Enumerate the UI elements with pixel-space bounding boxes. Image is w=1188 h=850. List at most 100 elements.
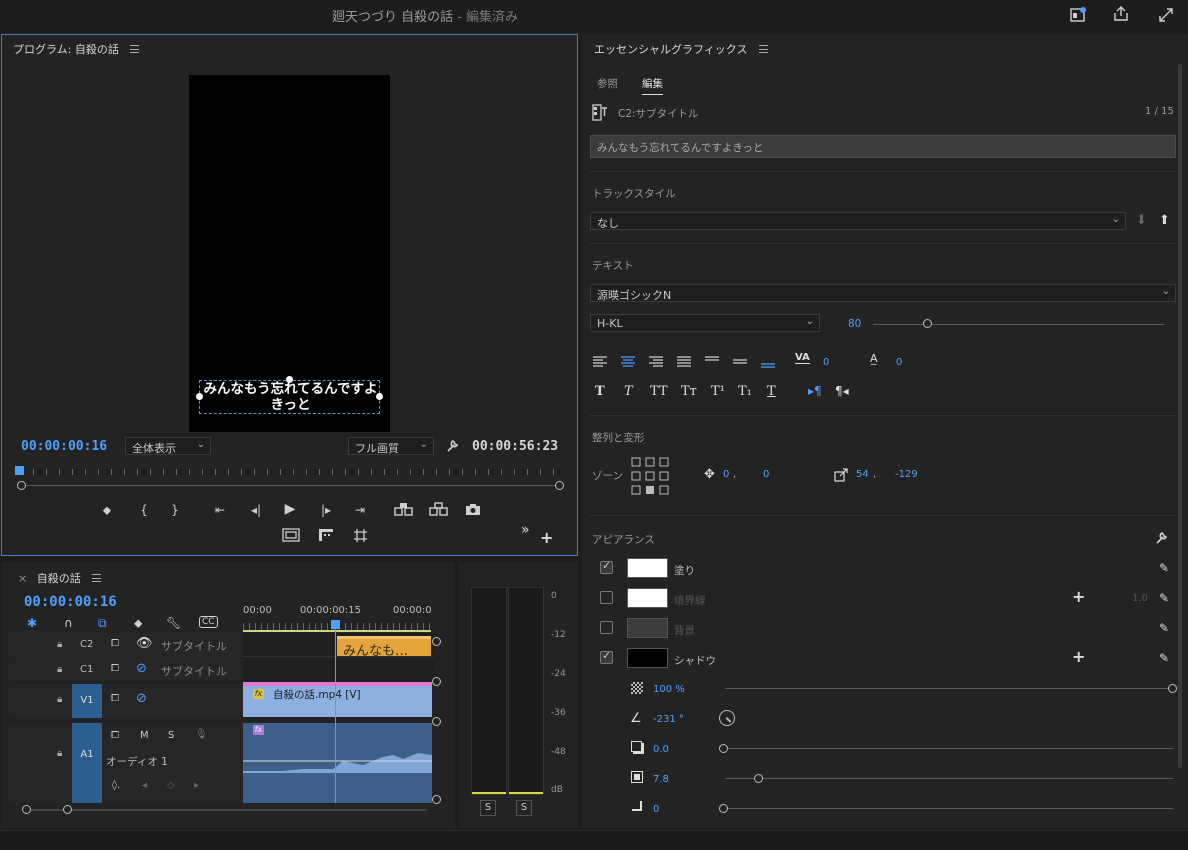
sync-lock-icon[interactable]: ⧠ xyxy=(111,730,119,741)
eyedropper-icon[interactable]: ✎ xyxy=(1159,591,1169,605)
eyedropper-icon[interactable]: ✎ xyxy=(1159,621,1169,635)
video-frame[interactable]: みんなもう忘れてるんですよ きっと xyxy=(189,75,390,432)
settings-wrench-icon[interactable]: 🔧︎ xyxy=(166,616,181,630)
rtl-direction-icon[interactable]: ¶◂ xyxy=(835,384,849,398)
add-keyframe-icon[interactable]: ◇ xyxy=(167,780,175,791)
angle-dial[interactable] xyxy=(719,710,735,726)
play-button[interactable]: ▶ xyxy=(281,501,299,517)
close-tab-icon[interactable]: × xyxy=(18,572,27,585)
program-current-timecode[interactable]: 00:00:00:16 xyxy=(21,439,107,454)
shadow-checkbox[interactable] xyxy=(600,649,613,664)
eyedropper-icon[interactable]: ✎ xyxy=(1159,561,1169,575)
upload-style-icon[interactable]: ⬆ xyxy=(1159,213,1170,228)
lock-icon[interactable]: 🔒︎ xyxy=(57,664,62,675)
eye-hidden-icon[interactable]: ⊘ xyxy=(136,691,147,706)
quick-export-icon[interactable] xyxy=(1069,6,1087,24)
align-bottom-icon[interactable] xyxy=(760,355,776,369)
fill-color-swatch[interactable] xyxy=(627,558,668,578)
all-caps-icon[interactable]: TT xyxy=(650,384,668,399)
extract-icon[interactable] xyxy=(429,502,449,516)
sync-lock-icon[interactable]: ⧠ xyxy=(111,638,119,649)
shadow-opacity-value[interactable]: 100 % xyxy=(653,684,685,695)
wrench-icon[interactable] xyxy=(445,438,460,453)
lock-icon[interactable]: 🔒︎ xyxy=(57,694,62,705)
timeline-zoom-start[interactable] xyxy=(22,805,31,814)
faux-italic-icon[interactable]: T xyxy=(624,384,633,399)
meter-solo-right[interactable]: S xyxy=(516,800,532,816)
shadow-size-value[interactable]: 7.8 xyxy=(653,774,669,785)
timeline-vscroll-b[interactable] xyxy=(432,795,441,804)
tab-edit[interactable]: 編集 xyxy=(642,76,663,95)
track-target-a1[interactable]: A1 xyxy=(72,723,102,803)
zone-grid-icon[interactable] xyxy=(631,457,671,497)
snap-icon[interactable]: ∩ xyxy=(64,616,73,630)
keyframe-toggle-icon[interactable]: ◊. xyxy=(112,780,120,791)
shadow-size-slider[interactable] xyxy=(725,778,1173,779)
shadow-distance-slider[interactable] xyxy=(725,748,1173,749)
mark-out-button[interactable]: } xyxy=(166,502,184,518)
background-color-swatch[interactable] xyxy=(627,618,668,638)
eye-hidden-icon[interactable]: ⊘ xyxy=(136,661,147,676)
size-w[interactable]: 54 xyxy=(856,469,869,480)
justify-icon[interactable] xyxy=(676,355,692,369)
superscript-icon[interactable]: T¹ xyxy=(711,384,725,399)
font-size-slider[interactable] xyxy=(873,324,1164,325)
video-clip[interactable]: fx 自殺の話.mp4 [V] xyxy=(243,682,432,717)
shadow-blur-knob[interactable] xyxy=(719,804,728,813)
add-stroke-icon[interactable]: + xyxy=(1072,587,1085,606)
align-right-icon[interactable] xyxy=(648,355,664,369)
solo-button[interactable]: S xyxy=(168,730,174,741)
more-controls-button[interactable]: » xyxy=(521,522,530,538)
track-target-v1[interactable]: V1 xyxy=(72,684,102,718)
font-style-select[interactable]: H-KL ⌄ xyxy=(590,314,820,332)
share-icon[interactable] xyxy=(1112,5,1130,23)
timeline-current-timecode[interactable]: 00:00:00:16 xyxy=(24,594,117,610)
font-size-value[interactable]: 80 xyxy=(848,318,861,330)
zoom-level-select[interactable]: 全体表示 ⌄ xyxy=(125,437,211,455)
timeline-vscroll-a[interactable] xyxy=(432,717,441,726)
go-to-in-button[interactable]: ⇤ xyxy=(211,502,229,518)
zoom-bar-end-handle[interactable] xyxy=(555,481,564,490)
stroke-checkbox[interactable] xyxy=(600,591,613,604)
faux-bold-icon[interactable]: T xyxy=(595,384,605,399)
shadow-angle-value[interactable]: -231 ° xyxy=(653,714,684,725)
ltr-direction-icon[interactable]: ▸¶ xyxy=(808,384,822,398)
shadow-size-knob[interactable] xyxy=(754,774,763,783)
panel-menu-icon[interactable] xyxy=(130,45,140,53)
camera-icon[interactable] xyxy=(465,503,481,516)
lock-icon[interactable]: 🔒︎ xyxy=(57,639,62,650)
stroke-color-swatch[interactable] xyxy=(627,588,668,608)
align-left-icon[interactable] xyxy=(592,355,608,369)
push-style-icon[interactable]: ⬇ xyxy=(1136,213,1147,228)
caption-handle-left[interactable] xyxy=(196,393,203,400)
shadow-blur-slider[interactable] xyxy=(725,808,1173,809)
size-h[interactable]: -129 xyxy=(895,469,918,480)
font-family-select[interactable]: 源暎ゴシックN ⌄ xyxy=(590,284,1176,302)
caption-handle-right[interactable] xyxy=(376,393,383,400)
work-area-bar[interactable] xyxy=(243,630,431,632)
panel-menu-icon[interactable] xyxy=(92,574,102,582)
shadow-distance-knob[interactable] xyxy=(719,744,728,753)
sync-lock-icon[interactable]: ⧠ xyxy=(111,663,119,674)
shadow-color-swatch[interactable] xyxy=(627,648,668,668)
program-playhead[interactable] xyxy=(15,466,24,475)
tracking-value[interactable]: 0 xyxy=(823,357,829,368)
position-x[interactable]: 0 xyxy=(723,469,729,480)
sync-lock-icon[interactable]: ⧠ xyxy=(111,693,119,704)
subscript-icon[interactable]: T₁ xyxy=(738,384,752,399)
caption-text-field[interactable]: みんなもう忘れてるんですよきっと xyxy=(590,135,1176,158)
shadow-blur-value[interactable]: 0 xyxy=(653,804,659,815)
next-keyframe-icon[interactable]: ▸ xyxy=(194,780,199,791)
underline-icon[interactable]: T xyxy=(767,384,776,399)
position-y[interactable]: 0 xyxy=(763,469,769,480)
eyedropper-icon[interactable]: ✎ xyxy=(1159,651,1169,665)
program-zoom-bar[interactable] xyxy=(24,485,558,486)
guides-icon[interactable] xyxy=(353,528,368,543)
step-forward-button[interactable]: |▸ xyxy=(317,502,335,518)
button-editor-plus-icon[interactable]: + xyxy=(540,528,553,547)
go-to-out-button[interactable]: ⇥ xyxy=(351,502,369,518)
leading-value[interactable]: 0 xyxy=(896,357,902,368)
caption-handle-top[interactable] xyxy=(286,376,293,383)
track-style-select[interactable]: なし ⌄ xyxy=(590,212,1126,230)
timeline-vscroll-top[interactable] xyxy=(432,637,441,646)
